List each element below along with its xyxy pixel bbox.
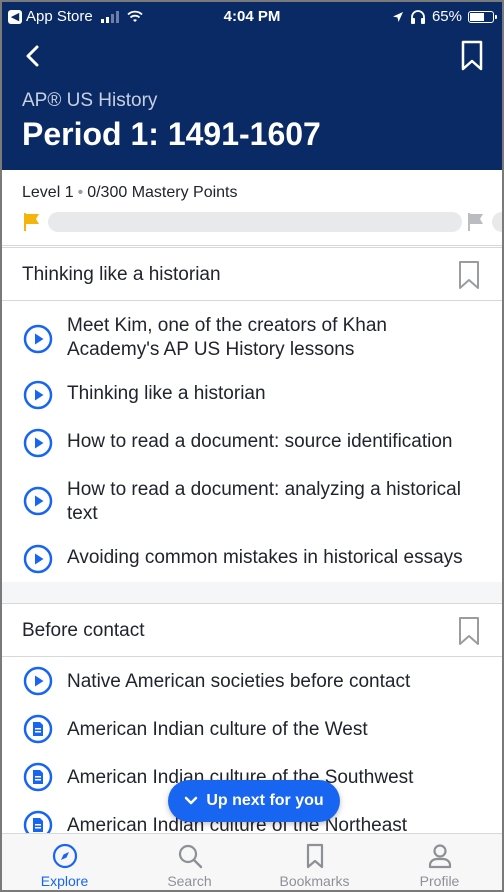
bookmark-icon[interactable] <box>458 616 480 646</box>
bookmark-unit-icon[interactable] <box>460 40 484 72</box>
video-play-icon <box>23 544 53 574</box>
compass-icon <box>52 843 77 869</box>
search-icon <box>178 844 202 869</box>
course-name: AP® US History <box>22 90 158 111</box>
headphones-icon <box>410 9 425 24</box>
tab-search[interactable]: Search <box>127 834 252 890</box>
item-label: Thinking like a historian <box>67 383 266 404</box>
tab-label: Bookmarks <box>279 873 350 889</box>
section-header: Before contact <box>2 603 502 657</box>
mastery-level: Level 1 <box>22 184 74 201</box>
chevron-down-icon <box>185 796 198 805</box>
item-label: American Indian culture of the West <box>67 719 368 740</box>
tab-bar: Explore Search Bookmarks Profile <box>2 833 502 890</box>
list-item[interactable]: Native American societies before contact <box>2 664 502 704</box>
page-title: Period 1: 1491-1607 <box>22 116 321 152</box>
tab-label: Explore <box>40 873 89 889</box>
back-arrow-icon[interactable] <box>20 42 48 70</box>
section-divider <box>2 582 502 604</box>
battery-icon <box>468 10 497 23</box>
profile-icon <box>428 844 451 869</box>
location-icon <box>392 11 403 22</box>
list-item[interactable]: Avoiding common mistakes in historical e… <box>2 540 502 580</box>
app-frame: ◀ App Store 4:04 PM 65% AP® US History P… <box>0 0 504 892</box>
list-item[interactable]: Thinking like a historian <box>2 376 502 416</box>
tab-label: Profile <box>419 873 460 889</box>
mastery-progress-bar <box>48 212 462 232</box>
mastery-summary: Level 1 • 0/300 Mastery Points <box>22 184 238 202</box>
item-label: Avoiding common mistakes in historical e… <box>67 547 463 568</box>
video-play-icon <box>23 428 53 458</box>
status-bar: ◀ App Store 4:04 PM 65% <box>2 2 502 32</box>
next-level-track <box>492 212 502 232</box>
mastery-panel: Level 1 • 0/300 Mastery Points <box>2 170 502 246</box>
video-play-icon <box>23 666 53 696</box>
separator-dot: • <box>77 184 84 201</box>
item-label: Meet Kim, one of the creators of Khan Ac… <box>67 315 388 360</box>
item-label: Native American societies before contact <box>67 671 411 692</box>
video-play-icon <box>23 486 53 516</box>
video-play-icon <box>23 380 53 410</box>
section-title: Thinking like a historian <box>22 264 221 285</box>
bookmark-icon[interactable] <box>458 260 480 290</box>
item-label: How to read a document: source identific… <box>67 431 453 452</box>
tab-explore[interactable]: Explore <box>2 834 127 890</box>
list-item[interactable]: How to read a document: analyzing a hist… <box>2 474 502 534</box>
section-header: Thinking like a historian <box>2 247 502 301</box>
tab-label: Search <box>167 873 212 889</box>
video-play-icon <box>23 324 53 354</box>
start-flag-icon <box>24 213 39 231</box>
goal-flag-icon <box>468 213 483 231</box>
list-item[interactable]: Meet Kim, one of the creators of Khan Ac… <box>2 302 502 376</box>
up-next-label: Up next for you <box>206 792 324 809</box>
tab-bookmarks[interactable]: Bookmarks <box>252 834 377 890</box>
article-icon <box>23 762 53 792</box>
list-item[interactable]: American Indian culture of the West <box>2 712 502 752</box>
up-next-button[interactable]: Up next for you <box>168 780 340 822</box>
item-label: How to read a document: analyzing a hist… <box>67 479 461 524</box>
bookmark-icon <box>306 843 323 869</box>
article-icon <box>23 714 53 744</box>
list-item[interactable]: How to read a document: source identific… <box>2 424 502 464</box>
status-right: 65% <box>392 8 497 25</box>
tab-profile[interactable]: Profile <box>377 834 502 890</box>
mastery-points: 0/300 Mastery Points <box>87 184 238 201</box>
battery-percent: 65% <box>431 8 462 25</box>
unit-header: AP® US History Period 1: 1491-1607 <box>2 32 502 170</box>
section-title: Before contact <box>22 620 145 641</box>
